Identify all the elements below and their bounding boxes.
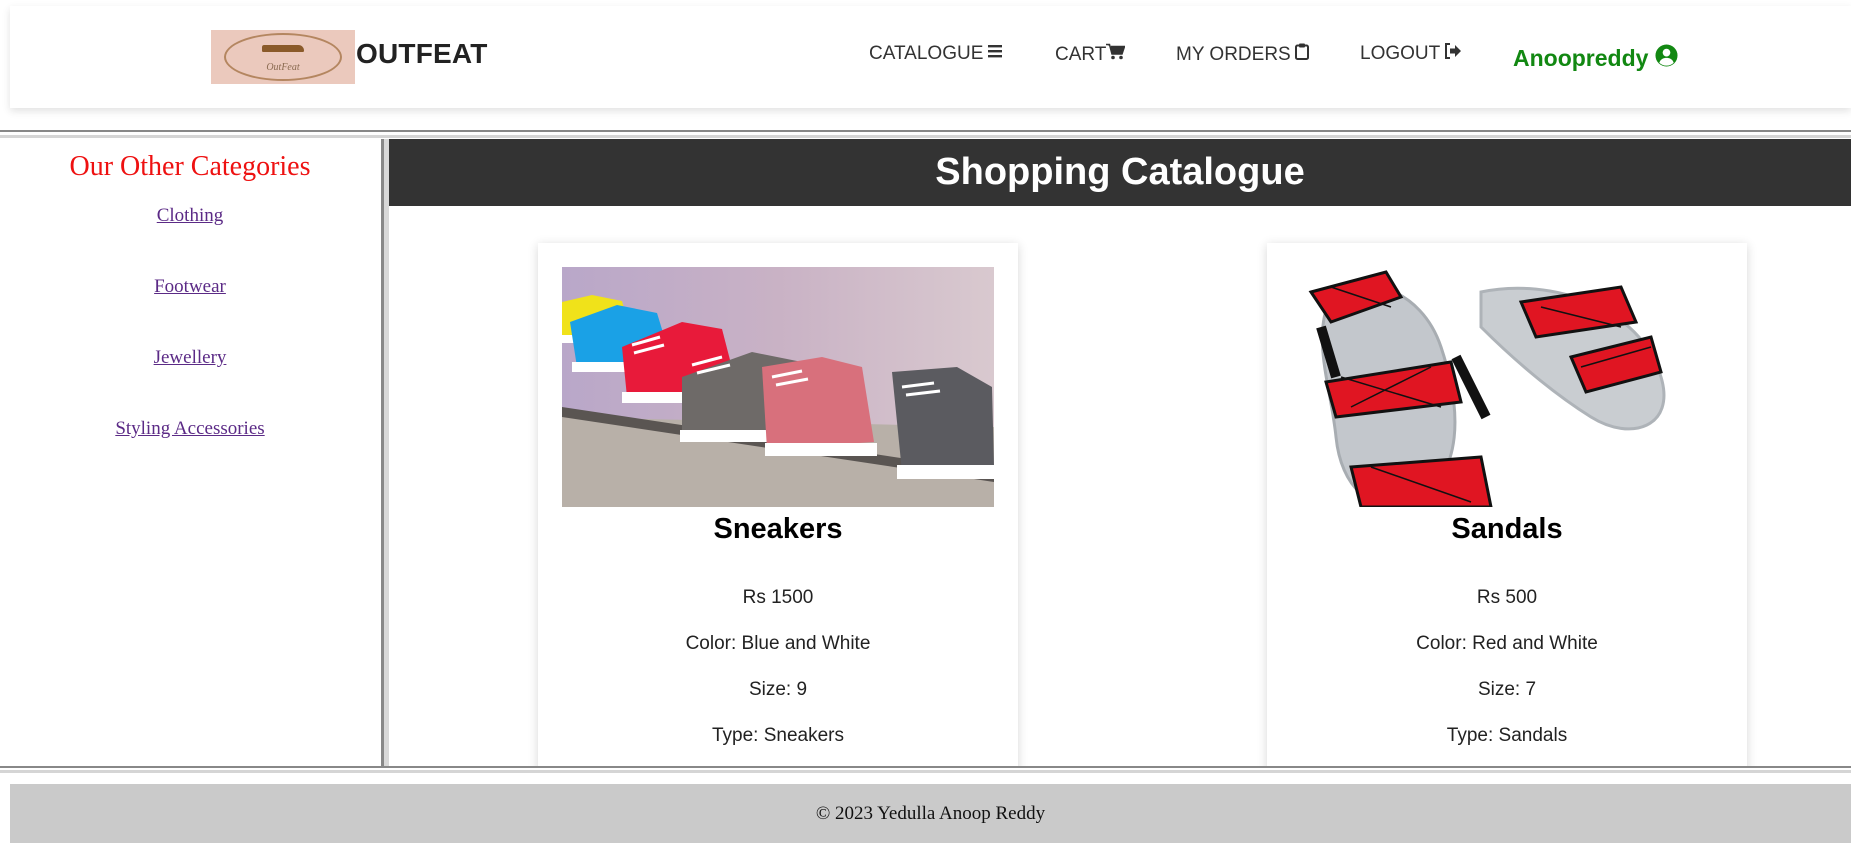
catalogue-heading: Shopping Catalogue xyxy=(389,139,1851,206)
clipboard-icon xyxy=(1294,43,1309,66)
sidebar-title: Our Other Categories xyxy=(69,151,311,182)
nav-orders-link[interactable]: MY ORDERS xyxy=(1176,43,1309,66)
nav-cart-label: CART xyxy=(1055,43,1107,65)
product-type: Type: Sneakers xyxy=(711,725,845,746)
user-profile-link[interactable]: Anoopreddy xyxy=(1513,44,1678,73)
header-divider-shade xyxy=(0,135,1851,138)
page-footer: © 2023 Yedulla Anoop Reddy xyxy=(10,784,1851,843)
sidebar-item-footwear[interactable]: Footwear xyxy=(0,276,380,298)
product-color: Color: Blue and White xyxy=(685,633,871,654)
shoe-icon xyxy=(262,45,304,52)
product-type: Type: Sandals xyxy=(1446,725,1568,746)
product-name: Sneakers xyxy=(713,513,843,545)
product-size: Size: 7 xyxy=(1477,679,1537,700)
bars-icon xyxy=(987,43,1003,65)
username: Anoopreddy xyxy=(1513,45,1649,71)
logo-emblem: OutFeat xyxy=(224,33,342,81)
site-logo[interactable]: OutFeat xyxy=(211,30,355,84)
product-image-sandals[interactable] xyxy=(1291,267,1723,507)
footer-divider-shade xyxy=(0,770,1851,773)
product-name: Sandals xyxy=(1451,513,1563,545)
product-price: Rs 1500 xyxy=(742,587,814,608)
brand-name[interactable]: OUTFEAT xyxy=(356,38,488,70)
product-size: Size: 9 xyxy=(748,679,808,700)
footer-divider xyxy=(0,766,1851,768)
category-sidebar: Our Other Categories Clothing Footwear J… xyxy=(0,139,380,766)
nav-catalogue-label: CATALOGUE xyxy=(869,43,984,64)
copyright-text: © 2023 Yedulla Anoop Reddy xyxy=(815,802,1046,824)
product-card[interactable]: Sandals Rs 500 Color: Red and White Size… xyxy=(1267,243,1747,766)
product-color: Color: Red and White xyxy=(1416,633,1598,654)
product-image-sneakers[interactable] xyxy=(562,267,994,507)
top-navbar: OutFeat OUTFEAT CATALOGUE CART MY ORDERS… xyxy=(10,6,1851,108)
sidebar-item-jewellery[interactable]: Jewellery xyxy=(0,347,380,369)
nav-catalogue-link[interactable]: CATALOGUE xyxy=(869,43,1003,65)
sidebar-item-styling-accessories[interactable]: Styling Accessories xyxy=(0,418,380,440)
sign-out-icon xyxy=(1444,43,1462,65)
product-price: Rs 500 xyxy=(1476,587,1538,608)
product-card[interactable]: Sneakers Rs 1500 Color: Blue and White S… xyxy=(538,243,1018,766)
nav-logout-label: LOGOUT xyxy=(1360,43,1441,64)
nav-orders-label: MY ORDERS xyxy=(1176,43,1291,65)
product-grid: Sneakers Rs 1500 Color: Blue and White S… xyxy=(389,206,1851,766)
header-divider xyxy=(0,130,1851,132)
sidebar-item-clothing[interactable]: Clothing xyxy=(0,205,380,227)
shopping-cart-icon xyxy=(1106,43,1126,66)
user-circle-icon xyxy=(1655,44,1678,73)
nav-logout-link[interactable]: LOGOUT xyxy=(1360,43,1462,65)
logo-text: OutFeat xyxy=(266,62,300,73)
nav-cart-link[interactable]: CART xyxy=(1055,43,1126,66)
